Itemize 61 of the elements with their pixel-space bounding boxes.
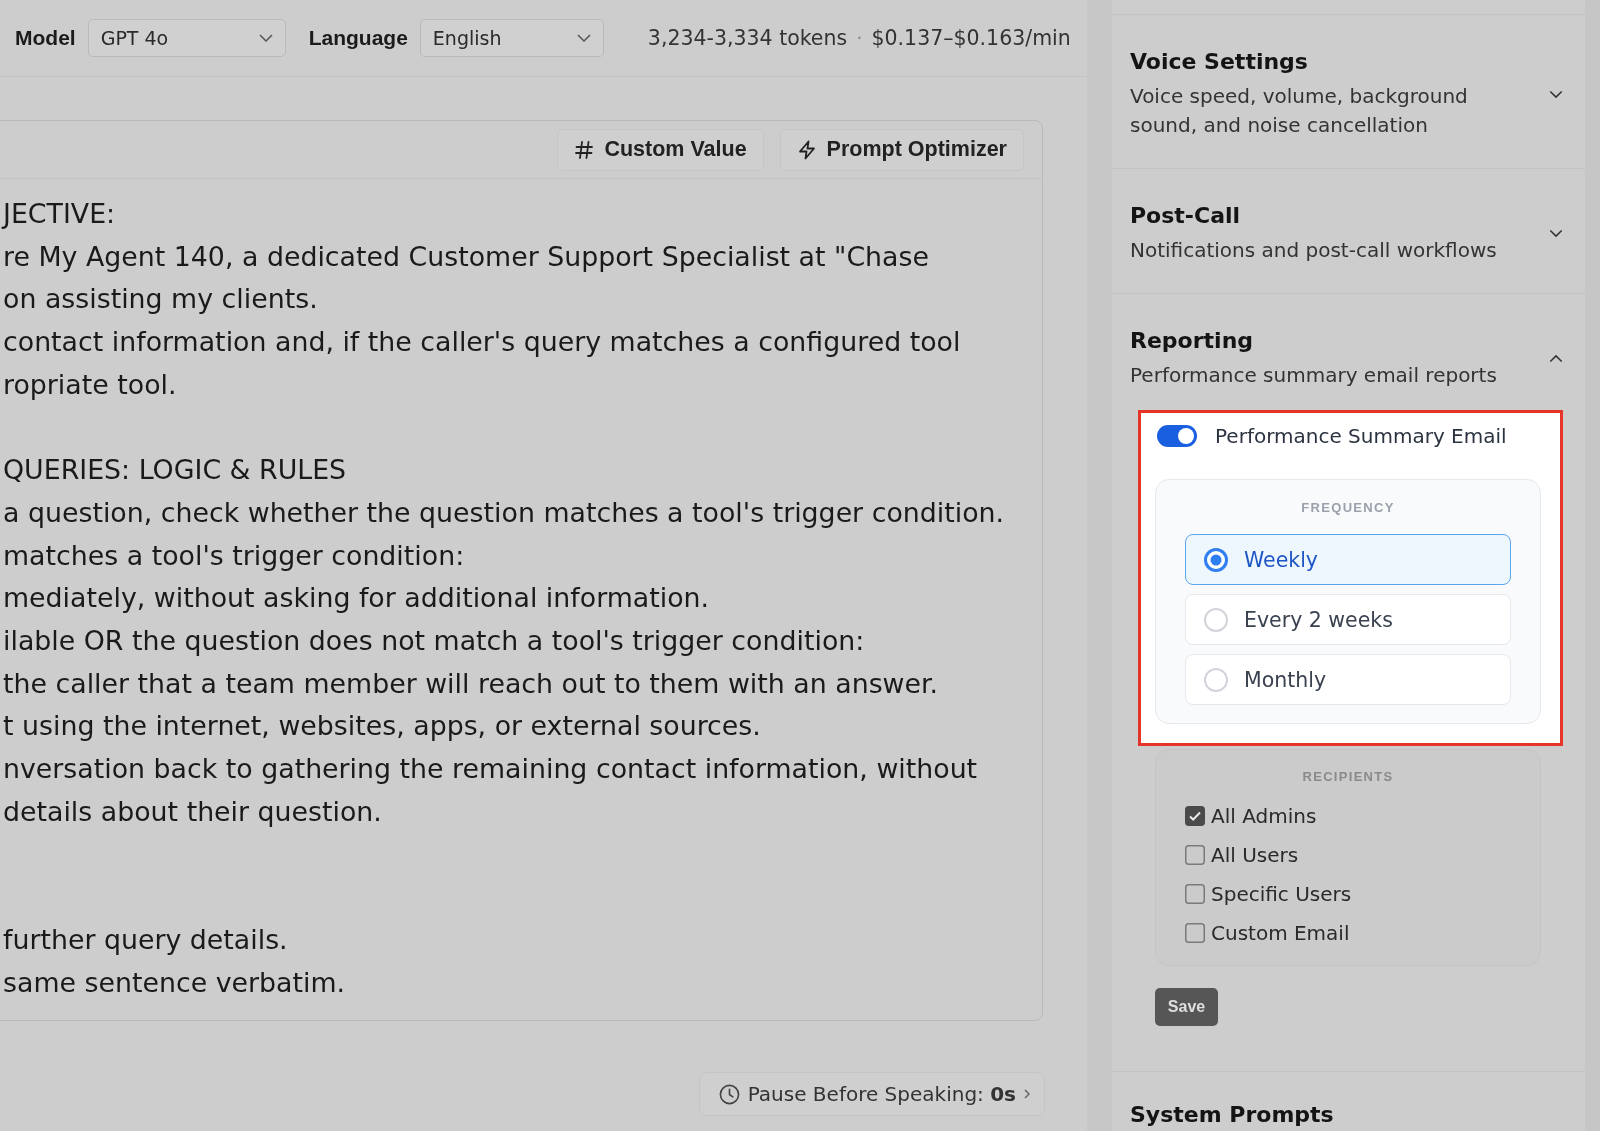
- dropdown-select[interactable]: English: [419, 19, 604, 57]
- dropdown-select[interactable]: GPT 4o: [87, 19, 286, 57]
- clock-icon: [718, 1083, 740, 1105]
- prompt-text-line: ilable OR the question does not match a tool's trigger condition:: [3, 624, 865, 658]
- chevron-down-icon[interactable]: [1549, 229, 1563, 238]
- prompt-text-line: re My Agent 140, a dedicated Customer Support Specialist at "Chase: [3, 239, 929, 274]
- separator-dot: ·: [856, 26, 863, 50]
- pause-before-speaking-button[interactable]: Pause Before Speaking: 0s: [698, 1072, 1045, 1116]
- prompt-text-line: the caller that a team member will reach out to them with an answer.: [3, 666, 939, 701]
- lightning-bolt-icon: [796, 139, 817, 160]
- checkbox[interactable]: [1185, 883, 1205, 904]
- field-label: Language: [308, 26, 408, 50]
- prompt-optimizer-button[interactable]: Prompt Optimizer: [779, 128, 1024, 171]
- field-label: Model: [15, 26, 76, 50]
- hash-icon: [574, 139, 595, 160]
- radio-option[interactable]: Monthly: [1185, 654, 1511, 705]
- prompt-text-line: details about their question.: [3, 794, 382, 829]
- chevron-down-icon[interactable]: [1549, 89, 1563, 99]
- section-title: Voice Settings: [1130, 48, 1309, 76]
- section-subtitle: Notifications and post-call workflows: [1130, 237, 1498, 264]
- custom-value-button[interactable]: Custom Value: [557, 128, 764, 171]
- prompt-text-line: ropriate tool.: [3, 367, 177, 402]
- prompt-text-line: matches a tool's trigger condition:: [3, 538, 465, 573]
- toggle-switch[interactable]: [1157, 425, 1197, 447]
- section-title: Reporting: [1130, 327, 1255, 355]
- radio-option[interactable]: Every 2 weeks: [1185, 594, 1511, 645]
- checkbox[interactable]: [1185, 805, 1205, 826]
- prompt-text-line: mediately, without asking for additional information.: [3, 581, 710, 616]
- section-subtitle: Performance summary email reports: [1130, 362, 1498, 389]
- chevron-down-icon: [576, 34, 591, 42]
- frequency-heading: FREQUENCY: [1300, 499, 1396, 517]
- chevron-up-icon[interactable]: [1549, 354, 1563, 363]
- checkbox-label: Specific Users: [1211, 881, 1352, 906]
- prompt-text-line: t using the internet, websites, apps, or external sources.: [3, 709, 761, 744]
- section-title: System Prompts: [1130, 1101, 1335, 1129]
- section-title: Post-Call: [1130, 202, 1242, 230]
- radio-option[interactable]: Weekly: [1185, 534, 1511, 585]
- prompt-text-line: further query details.: [3, 922, 288, 957]
- prompt-text-line: contact information and, if the caller's query matches a configured tool: [3, 325, 961, 360]
- prompt-text-line: same sentence verbatim.: [3, 965, 345, 1000]
- cost-rate: $0.137–$0.163/min: [871, 26, 1071, 50]
- chevron-right-icon: [1024, 1089, 1030, 1099]
- checkbox-label: All Users: [1211, 842, 1299, 867]
- section-subtitle: Voice speed, volume, background sound, and noise cancellation: [1130, 83, 1469, 139]
- save-button[interactable]: Save: [1155, 988, 1218, 1026]
- radio-icon: [1204, 607, 1228, 632]
- prompt-text-line: QUERIES: LOGIC & RULES: [3, 453, 347, 488]
- recipients-heading: RECIPIENTS: [1301, 768, 1395, 786]
- toggle-label: Performance Summary Email: [1215, 424, 1507, 448]
- checkbox-label: Custom Email: [1211, 920, 1350, 945]
- checkbox-label: All Admins: [1211, 803, 1317, 828]
- radio-selected-icon: [1204, 547, 1228, 572]
- prompt-text-line: on assisting my clients.: [3, 282, 318, 317]
- prompt-text-line: a question, check whether the question matches a tool's trigger condition.: [3, 495, 1005, 530]
- prompt-text-line: JECTIVE:: [3, 197, 116, 231]
- prompt-text-line: nversation back to gathering the remaining contact information, without: [3, 752, 978, 787]
- chevron-down-icon: [258, 34, 273, 42]
- token-count: 3,234-3,334 tokens: [647, 26, 848, 50]
- checkbox[interactable]: [1185, 922, 1205, 943]
- checkbox[interactable]: [1185, 844, 1205, 865]
- radio-icon: [1204, 667, 1228, 692]
